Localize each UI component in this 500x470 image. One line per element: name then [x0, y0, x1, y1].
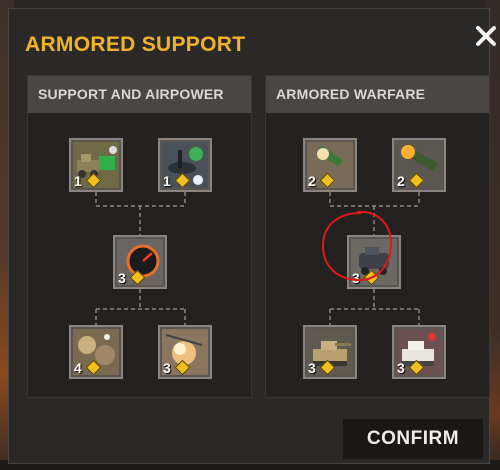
armored-warfare-panel: ARMORED WARFARE 2 2 3 3 3: [265, 75, 490, 398]
skill-node-armored-car[interactable]: 3: [347, 235, 401, 289]
skill-node-shell-impact[interactable]: 2: [303, 138, 357, 192]
close-x-icon[interactable]: [473, 23, 499, 49]
skill-node-desert-tank[interactable]: 3: [303, 325, 357, 379]
skill-node-gun-muzzle-flash[interactable]: 2: [392, 138, 446, 192]
skill-cost: 2: [397, 173, 405, 189]
skill-node-speedometer[interactable]: 3: [113, 235, 167, 289]
skill-cost: 2: [308, 173, 316, 189]
panel-header-armored-warfare: ARMORED WARFARE: [266, 76, 489, 113]
skill-cost: 4: [74, 360, 82, 376]
support-airpower-panel: SUPPORT AND AIRPOWER 1 1 3 4 3: [27, 75, 252, 398]
skill-node-air-strike[interactable]: 3: [158, 325, 212, 379]
skill-cost: 3: [163, 360, 171, 376]
skill-cost: 1: [163, 173, 171, 189]
panel-header-support-airpower: SUPPORT AND AIRPOWER: [28, 76, 251, 113]
skill-cost: 3: [352, 270, 360, 286]
skill-node-airborne-supply[interactable]: 1: [158, 138, 212, 192]
skill-node-tank-repair[interactable]: 3: [392, 325, 446, 379]
confirm-button[interactable]: CONFIRM: [343, 419, 483, 459]
armored-support-dialog: ARMORED SUPPORT SUPPORT AND AIRPOWER 1 1…: [8, 8, 496, 464]
skill-cost: 3: [397, 360, 405, 376]
skill-cost: 3: [118, 270, 126, 286]
skill-node-artillery-barrage[interactable]: 4: [69, 325, 123, 379]
skill-cost: 3: [308, 360, 316, 376]
skill-node-recon-vehicle[interactable]: 1: [69, 138, 123, 192]
skill-cost: 1: [74, 173, 82, 189]
dialog-title: ARMORED SUPPORT: [25, 33, 246, 56]
